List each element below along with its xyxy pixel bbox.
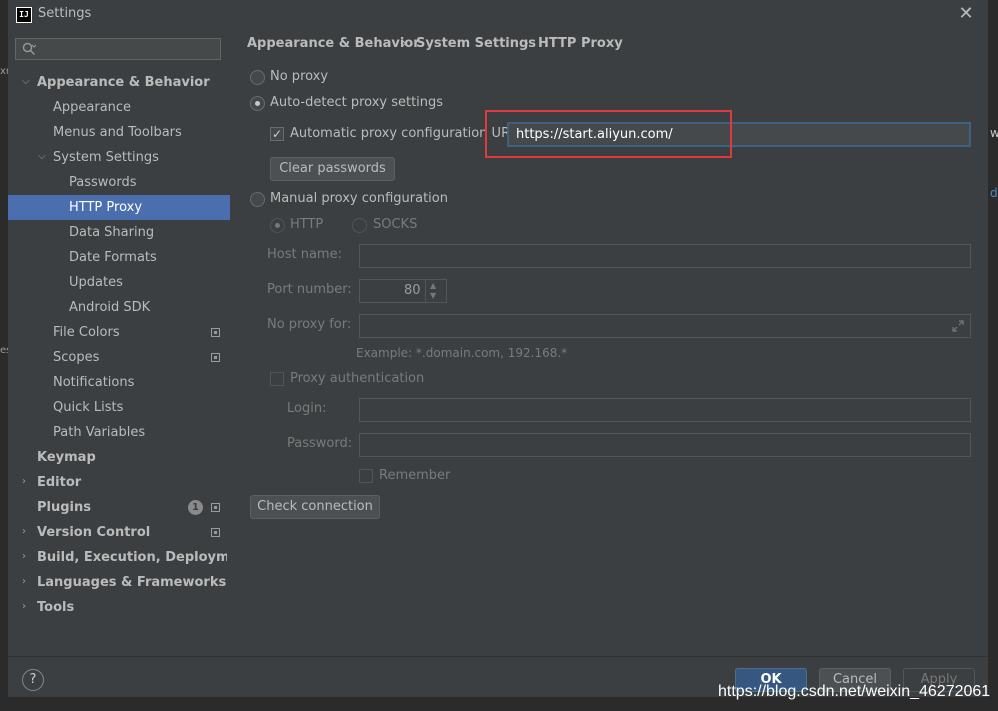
sidebar-item-scopes[interactable]: Scopes: [53, 345, 203, 370]
breadcrumb-http-proxy: HTTP Proxy: [538, 36, 623, 51]
password-label: Password:: [287, 436, 353, 451]
proxy-authentication-label: Proxy authentication: [290, 371, 425, 386]
search-icon: [22, 42, 36, 55]
auto-detect-radio[interactable]: [250, 96, 265, 111]
manual-proxy-label: Manual proxy configuration: [270, 191, 448, 206]
watermark-text: https://blog.csdn.net/weixin_46272061: [718, 683, 991, 700]
sidebar-item-notifications[interactable]: Notifications: [53, 370, 222, 395]
no-proxy-example-hint: Example: *.domain.com, 192.168.*: [356, 346, 568, 360]
port-number-value: 80: [404, 283, 421, 298]
intellij-app-icon: IJ: [16, 7, 32, 23]
host-name-input[interactable]: [359, 244, 971, 268]
remember-label: Remember: [379, 468, 451, 483]
background-window-right: [988, 0, 998, 711]
auto-detect-label: Auto-detect proxy settings: [270, 95, 444, 110]
remember-checkbox[interactable]: [359, 469, 373, 483]
no-proxy-radio[interactable]: [250, 70, 265, 85]
plugins-update-badge: 1: [188, 500, 203, 515]
project-level-icon: [211, 503, 220, 512]
project-level-icon: [211, 528, 220, 537]
sidebar-item-build-execution-deployment[interactable]: Build, Execution, Deployment: [37, 545, 227, 570]
sidebar-item-data-sharing[interactable]: Data Sharing: [69, 220, 222, 245]
check-connection-button[interactable]: Check connection: [250, 495, 380, 519]
edge-text-right-2: de: [990, 186, 998, 200]
sidebar-item-passwords[interactable]: Passwords: [69, 170, 222, 195]
chevron-right-icon[interactable]: ›: [22, 602, 32, 612]
sidebar-item-version-control[interactable]: Version Control: [37, 520, 202, 545]
sidebar-item-file-colors[interactable]: File Colors: [53, 320, 203, 345]
chevron-right-icon[interactable]: ›: [22, 527, 32, 537]
sidebar-item-appearance[interactable]: Appearance: [53, 95, 222, 120]
breadcrumb-separator-icon: ›: [402, 36, 407, 50]
sidebar-item-menus-toolbars[interactable]: Menus and Toolbars: [53, 120, 222, 145]
chevron-right-icon[interactable]: ›: [22, 577, 32, 587]
help-icon[interactable]: ?: [22, 669, 44, 691]
close-icon[interactable]: ✕: [958, 4, 974, 24]
chevron-right-icon[interactable]: ›: [22, 477, 32, 487]
project-level-icon: [211, 328, 220, 337]
stepper-divider: [425, 280, 426, 302]
search-input[interactable]: [15, 38, 221, 60]
sidebar-item-editor[interactable]: Editor: [37, 470, 222, 495]
highlight-annotation-box: [485, 110, 732, 158]
sidebar-item-path-variables[interactable]: Path Variables: [53, 420, 222, 445]
sidebar-item-keymap[interactable]: Keymap: [37, 445, 222, 470]
sidebar-item-appearance-behavior[interactable]: Appearance & Behavior: [37, 70, 222, 95]
port-number-label: Port number:: [267, 282, 352, 297]
no-proxy-for-input[interactable]: [359, 314, 971, 338]
sidebar-item-plugins[interactable]: Plugins: [37, 495, 177, 520]
port-number-stepper[interactable]: 80 ▲ ▼: [359, 279, 447, 303]
sidebar-item-updates[interactable]: Updates: [69, 270, 222, 295]
socks-label: SOCKS: [373, 217, 418, 232]
edge-text-right-1: w: [990, 126, 998, 140]
http-label: HTTP: [290, 217, 324, 232]
host-name-label: Host name:: [267, 247, 342, 262]
no-proxy-label: No proxy: [270, 69, 329, 84]
password-input[interactable]: [359, 433, 971, 457]
window-title: Settings: [38, 6, 92, 21]
breadcrumb-appearance-behavior[interactable]: Appearance & Behavior: [247, 36, 420, 51]
auto-proxy-url-checkbox[interactable]: ✓: [270, 127, 284, 141]
title-bar: [8, 0, 988, 30]
sidebar-item-date-formats[interactable]: Date Formats: [69, 245, 222, 270]
sidebar-item-tools[interactable]: Tools: [37, 595, 222, 620]
http-radio[interactable]: [270, 218, 285, 233]
login-input[interactable]: [359, 398, 971, 422]
no-proxy-for-label: No proxy for:: [267, 317, 352, 332]
chevron-down-icon[interactable]: ⌵: [22, 77, 32, 87]
chevron-down-icon[interactable]: ⌵: [38, 152, 48, 162]
project-level-icon: [211, 353, 220, 362]
socks-radio[interactable]: [352, 218, 367, 233]
proxy-authentication-checkbox[interactable]: [270, 372, 284, 386]
sidebar-item-system-settings[interactable]: System Settings: [53, 145, 222, 170]
breadcrumb-separator-icon: ›: [524, 36, 529, 50]
login-label: Login:: [287, 401, 327, 416]
expand-icon[interactable]: [952, 320, 964, 332]
sidebar-item-quick-lists[interactable]: Quick Lists: [53, 395, 222, 420]
manual-proxy-radio[interactable]: [250, 192, 265, 207]
clear-passwords-button[interactable]: Clear passwords: [270, 157, 395, 181]
sidebar-item-http-proxy[interactable]: HTTP Proxy: [8, 195, 230, 220]
breadcrumb-system-settings[interactable]: System Settings: [416, 36, 536, 51]
sidebar-item-languages-frameworks[interactable]: Languages & Frameworks: [37, 570, 226, 595]
chevron-right-icon[interactable]: ›: [22, 552, 32, 562]
stepper-up-icon[interactable]: ▲: [430, 281, 436, 290]
sidebar-item-android-sdk[interactable]: Android SDK: [69, 295, 222, 320]
stepper-down-icon[interactable]: ▼: [430, 291, 436, 300]
